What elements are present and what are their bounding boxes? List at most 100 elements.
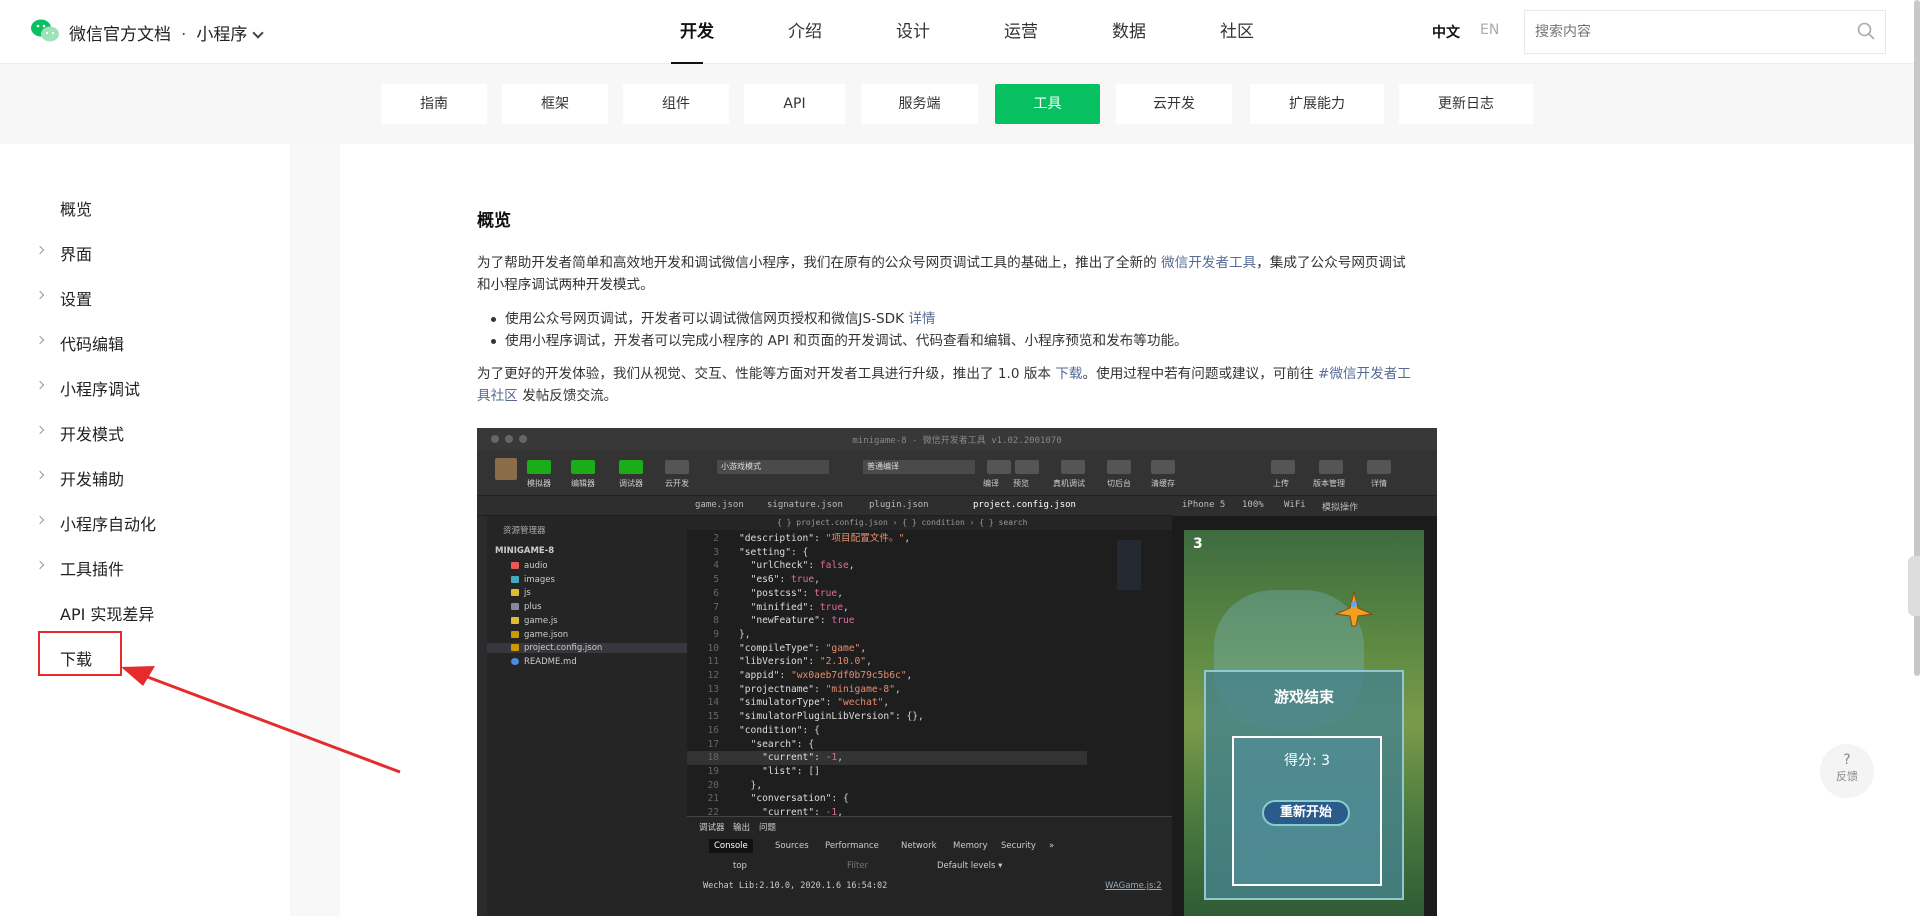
tab-console: Console: [709, 839, 753, 853]
tab-server[interactable]: 服务端: [861, 84, 978, 124]
sidebar-item-settings[interactable]: 设置: [60, 286, 92, 310]
sidebar-item-plugins[interactable]: 工具插件: [60, 556, 124, 580]
folder-icon: [511, 576, 519, 583]
nav-item-design[interactable]: 设计: [859, 0, 967, 64]
code-line: 6 "postcss": true,: [687, 587, 1087, 601]
project-root: MINIGAME-8: [495, 546, 555, 556]
device-select: iPhone 5: [1182, 500, 1226, 510]
sidebar-item-dev-assist[interactable]: 开发辅助: [60, 466, 124, 490]
feedback-button[interactable]: ? 反馈: [1820, 744, 1874, 798]
tab-framework[interactable]: 框架: [502, 84, 608, 124]
line-number: 14: [707, 697, 719, 709]
list-item: 使用小程序调试，开发者可以完成小程序的 API 和页面的开发调试、代码查看和编辑…: [491, 330, 1188, 352]
toolbar-label: 上传: [1273, 479, 1289, 488]
toolbar-label: 调试器: [619, 479, 643, 488]
more-tabs-icon: »: [1049, 841, 1055, 851]
js-file-icon: [511, 617, 519, 624]
line-number: 15: [707, 711, 719, 723]
side-tab-widget[interactable]: [1908, 556, 1920, 616]
explorer-title: 资源管理器: [503, 526, 546, 536]
file-name: project.config.json: [524, 643, 603, 653]
tab-extensions[interactable]: 扩展能力: [1250, 84, 1384, 124]
code-text: "setting": {: [739, 546, 809, 558]
lang-en-link[interactable]: EN: [1480, 22, 1499, 38]
list-item: README.md: [511, 657, 577, 667]
annotation-highlight-box: [38, 631, 122, 676]
code-text: "conversation": {: [750, 793, 849, 805]
tab-components[interactable]: 组件: [623, 84, 729, 124]
tab-guide[interactable]: 指南: [381, 84, 487, 124]
sidebar-item-code-edit[interactable]: 代码编辑: [60, 331, 124, 355]
nav-item-intro[interactable]: 介绍: [751, 0, 859, 64]
code-text: },: [739, 628, 751, 640]
tab-problems: 问题: [759, 823, 777, 833]
code-line: 12 "appid": "wx0aeb7df0b79c5b6c",: [687, 669, 1087, 683]
devtools-link[interactable]: 微信开发者工具: [1161, 255, 1256, 271]
game-over-dialog: 游戏结束 得分: 3 重新开始: [1204, 670, 1404, 900]
plane-icon: [1334, 591, 1374, 627]
toolbar-label: 编辑器: [571, 479, 595, 488]
sidebar-item-overview[interactable]: 概览: [60, 196, 92, 220]
sidebar-item-interface[interactable]: 界面: [60, 241, 92, 265]
main-nav: 开发 介绍 设计 运营 数据 社区: [643, 0, 1291, 64]
avatar: [495, 458, 517, 480]
sidebar-item-api-diff[interactable]: API 实现差异: [60, 601, 154, 625]
minimap: [1117, 540, 1141, 590]
sidebar-item-debug[interactable]: 小程序调试: [60, 376, 140, 400]
community-link[interactable]: #微信开发者工: [1318, 366, 1411, 382]
info-file-icon: [511, 658, 519, 665]
line-number: 5: [713, 574, 719, 586]
chevron-down-icon[interactable]: [252, 27, 265, 39]
search-input[interactable]: [1524, 10, 1886, 54]
toolbar-label: 清缓存: [1151, 479, 1175, 488]
folder-icon: [511, 562, 519, 569]
upgrade-paragraph: 为了更好的开发体验，我们从视觉、交互、性能等方面对开发者工具进行升级，推出了 1…: [477, 363, 1437, 407]
nav-item-develop[interactable]: 开发: [643, 0, 751, 64]
bullet-text: 使用公众号网页调试，开发者可以调试微信网页授权和微信JS-SDK: [505, 311, 909, 327]
code-text: "projectname": "minigame-8",: [739, 683, 901, 695]
code-text: "newFeature": true: [750, 615, 855, 627]
lang-zh-link[interactable]: 中文: [1432, 22, 1460, 42]
folder-icon: [511, 589, 519, 596]
simulator-header: iPhone 5 100% WiFi 模拟操作: [1172, 496, 1437, 516]
game-canvas: 3 游戏结束 得分: 3 重新开始: [1184, 530, 1424, 916]
annotation-arrow-icon: [121, 666, 401, 774]
wechat-logo-icon[interactable]: [30, 18, 60, 44]
code-text: "list": []: [762, 765, 820, 777]
sidebar-item-dev-mode[interactable]: 开发模式: [60, 421, 124, 445]
mode-select: 小游戏模式: [717, 460, 829, 474]
code-text: "urlCheck": false,: [750, 560, 855, 572]
simulate-select: 模拟操作: [1322, 503, 1359, 513]
file-name: README.md: [524, 657, 577, 667]
code-line: 8 "newFeature": true: [687, 614, 1087, 628]
code-line: 2 "description": "项目配置文件。",: [687, 532, 1087, 546]
toolbar-label: 预览: [1013, 479, 1029, 488]
intro-text-3: 和小程序调试两种开发模式。: [477, 277, 654, 293]
nav-item-community[interactable]: 社区: [1183, 0, 1291, 64]
tab-debugger: 调试器: [699, 823, 725, 833]
nav-item-operation[interactable]: 运营: [967, 0, 1075, 64]
tab-api[interactable]: API: [744, 84, 845, 124]
code-line: 3 "setting": {: [687, 546, 1087, 560]
search-icon[interactable]: [1857, 22, 1875, 40]
community-link-cont[interactable]: 具社区: [477, 388, 518, 404]
upgrade-text-2: 。使用过程中若有问题或建议，可前往: [1082, 366, 1318, 382]
brand-title[interactable]: 微信官方文档 · 小程序: [69, 20, 265, 45]
brand-name: 微信官方文档: [69, 25, 171, 45]
nav-item-data[interactable]: 数据: [1075, 0, 1183, 64]
tab-changelog[interactable]: 更新日志: [1399, 84, 1533, 124]
download-link[interactable]: 下载: [1055, 366, 1082, 382]
file-name: audio: [524, 561, 548, 571]
product-switcher[interactable]: 小程序: [196, 25, 247, 45]
json-file-icon: [511, 644, 519, 651]
sidebar-gutter: [290, 144, 340, 916]
tab-tools[interactable]: 工具: [995, 84, 1100, 124]
code-text: "es6": true,: [750, 574, 820, 586]
compile-icon: [987, 460, 1011, 474]
list-item: 使用公众号网页调试，开发者可以调试微信网页授权和微信JS-SDK 详情: [491, 308, 1188, 330]
sidebar-item-automation[interactable]: 小程序自动化: [60, 511, 156, 535]
game-score: 3: [1193, 536, 1203, 552]
details-link[interactable]: 详情: [908, 311, 935, 327]
code-line: 17 "search": {: [687, 738, 1087, 752]
tab-cloud[interactable]: 云开发: [1116, 84, 1232, 124]
